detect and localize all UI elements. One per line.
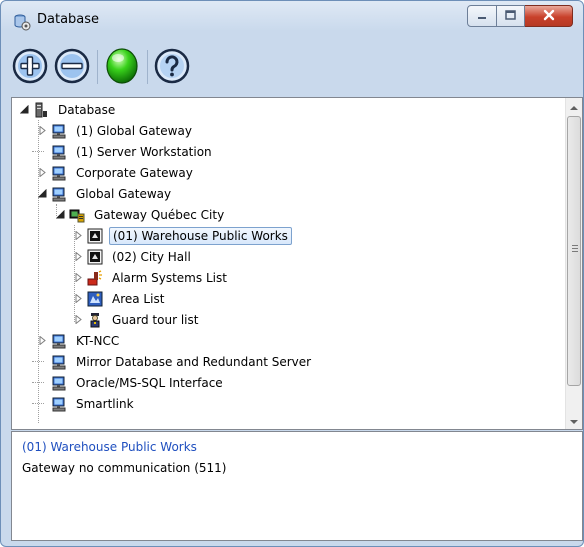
tree-item-label: Oracle/MS-SQL Interface xyxy=(76,375,223,390)
minus-circle-icon xyxy=(54,48,90,87)
window-controls xyxy=(467,5,573,29)
collapse-arrow-icon[interactable] xyxy=(54,209,66,221)
tree-item[interactable]: Mirror Database and Redundant Server xyxy=(36,351,314,372)
tree-item-label: Smartlink xyxy=(76,396,134,411)
tree-item[interactable]: Smartlink xyxy=(36,393,137,414)
collapse-arrow-icon[interactable] xyxy=(36,188,48,200)
expand-arrow-icon[interactable] xyxy=(72,314,84,326)
tree-item-label: (02) City Hall xyxy=(112,249,191,264)
tree-item[interactable]: Oracle/MS-SQL Interface xyxy=(36,372,226,393)
close-icon xyxy=(543,9,555,24)
gateway-computer-icon xyxy=(51,396,67,412)
tree-item[interactable]: Global Gateway xyxy=(36,183,174,204)
tree-scrollbar[interactable] xyxy=(565,98,582,429)
database-window: Database Database (1) Global Gateway (1)… xyxy=(0,0,584,547)
gateway-site-icon xyxy=(69,207,85,223)
minimize-button[interactable] xyxy=(467,5,497,27)
tree-item[interactable]: KT-NCC xyxy=(36,330,122,351)
tree-item-label: Area List xyxy=(112,291,165,306)
plus-circle-icon xyxy=(12,48,48,87)
close-button[interactable] xyxy=(525,5,573,27)
tree-item-label: (1) Global Gateway xyxy=(76,123,192,138)
tree-item-label: (1) Server Workstation xyxy=(76,144,212,159)
gateway-computer-icon xyxy=(51,333,67,349)
tree-item[interactable]: Corporate Gateway xyxy=(36,162,196,183)
tree-item-label: Global Gateway xyxy=(76,186,172,201)
toolbar xyxy=(11,45,195,89)
expand-arrow-icon[interactable] xyxy=(72,272,84,284)
tree-item-label: Corporate Gateway xyxy=(76,165,193,180)
scroll-grip xyxy=(572,251,578,252)
gateway-computer-icon xyxy=(51,144,67,160)
window-title: Database xyxy=(37,12,100,27)
tree-item-label: Guard tour list xyxy=(112,312,199,327)
expand-arrow-icon[interactable] xyxy=(72,230,84,242)
status-button[interactable] xyxy=(103,47,141,87)
database-tree: Database (1) Global Gateway (1) Server Wor… xyxy=(12,98,565,429)
scroll-grip xyxy=(572,245,578,246)
scroll-down-button[interactable] xyxy=(566,412,582,429)
arrow-up-icon xyxy=(570,100,578,114)
arrow-down-icon xyxy=(570,414,578,428)
tree-item[interactable]: Guard tour list xyxy=(72,309,201,330)
tree-item-label: Database xyxy=(58,102,116,117)
gateway-computer-icon xyxy=(51,186,67,202)
gateway-computer-icon xyxy=(51,354,67,370)
controller-icon xyxy=(87,249,103,265)
gateway-computer-icon xyxy=(51,165,67,181)
tree-item[interactable]: Area List xyxy=(72,288,167,309)
alarm-icon xyxy=(87,269,103,286)
tree-item[interactable]: (02) City Hall xyxy=(72,246,194,267)
controller-icon xyxy=(87,228,103,244)
tree-item-label: KT-NCC xyxy=(76,333,120,348)
toolbar-separator xyxy=(97,50,98,84)
remove-button[interactable] xyxy=(53,48,91,86)
maximize-icon xyxy=(505,9,516,23)
scroll-up-button[interactable] xyxy=(566,98,582,115)
help-button[interactable] xyxy=(153,48,191,86)
database-app-icon xyxy=(13,13,31,31)
guard-icon xyxy=(87,312,103,328)
tree-item-label: Gateway Québec City xyxy=(94,207,225,222)
tree-panel: Database (1) Global Gateway (1) Server Wor… xyxy=(11,97,583,430)
info-panel: (01) Warehouse Public Works Gateway no c… xyxy=(11,431,583,541)
area-icon xyxy=(87,291,103,307)
tree-item[interactable]: Gateway Québec City xyxy=(54,204,227,225)
expand-arrow-icon[interactable] xyxy=(36,167,48,179)
gateway-computer-icon xyxy=(51,123,67,139)
scroll-thumb[interactable] xyxy=(567,116,581,386)
tree-item-label: Alarm Systems List xyxy=(112,270,227,285)
tree-item-label: (01) Warehouse Public Works xyxy=(109,226,292,245)
expand-arrow-icon[interactable] xyxy=(72,293,84,305)
tree-item[interactable]: (1) Server Workstation xyxy=(36,141,215,162)
collapse-arrow-icon[interactable] xyxy=(18,104,30,116)
selected-item-status: Gateway no communication (511) xyxy=(22,461,227,475)
expand-arrow-icon[interactable] xyxy=(36,125,48,137)
toolbar-separator xyxy=(147,50,148,84)
question-circle-icon xyxy=(154,48,190,87)
tree-item[interactable]: (1) Global Gateway xyxy=(36,120,195,141)
tree-item[interactable]: Alarm Systems List xyxy=(72,267,230,288)
tree-item-label: Mirror Database and Redundant Server xyxy=(76,354,312,369)
green-light-icon xyxy=(104,47,140,87)
title-bar[interactable]: Database xyxy=(1,1,583,41)
add-button[interactable] xyxy=(11,48,49,86)
expand-arrow-icon[interactable] xyxy=(36,335,48,347)
minimize-icon xyxy=(477,9,487,23)
gateway-computer-icon xyxy=(51,375,67,391)
expand-arrow-icon[interactable] xyxy=(72,251,84,263)
tree-item[interactable]: (01) Warehouse Public Works xyxy=(72,225,292,246)
scroll-grip xyxy=(572,248,578,249)
maximize-button[interactable] xyxy=(497,5,525,27)
database-icon xyxy=(33,102,49,118)
tree-item[interactable]: Database xyxy=(18,99,118,120)
selected-item-title: (01) Warehouse Public Works xyxy=(22,440,197,454)
